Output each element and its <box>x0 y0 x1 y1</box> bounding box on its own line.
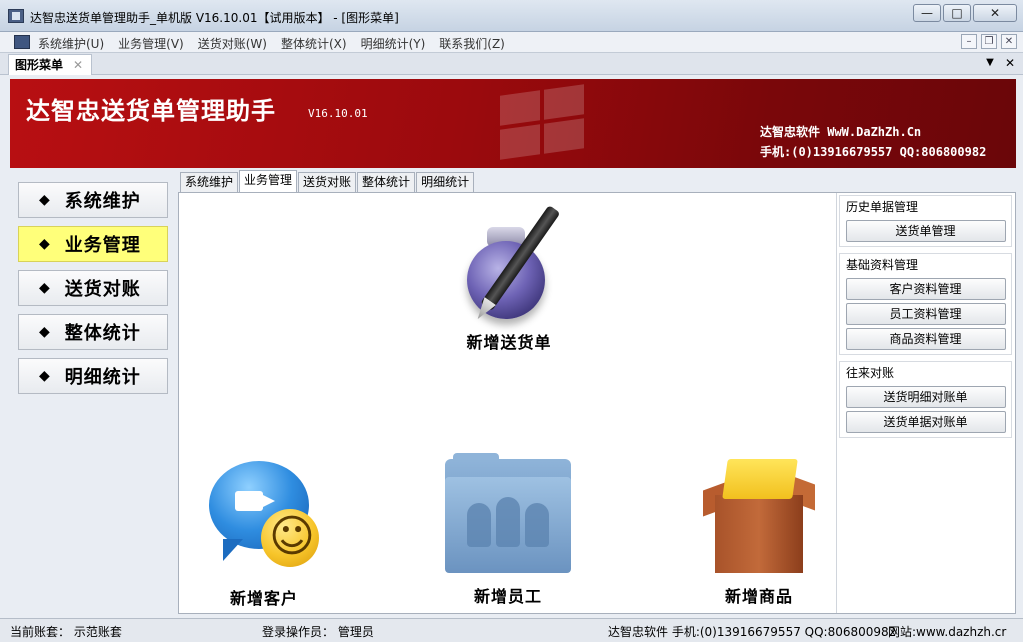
sub-tab-bar: 系统维护 业务管理 送货对账 整体统计 明细统计 <box>180 170 475 192</box>
new-delivery-tile[interactable]: 新增送货单 <box>449 205 569 353</box>
video-chat-icon[interactable] <box>205 457 323 581</box>
customer-management-button[interactable]: 客户资料管理 <box>845 278 1006 300</box>
tab-detail-stats[interactable]: 明细统计 <box>416 172 475 192</box>
nav-label: 系统维护 <box>64 191 141 212</box>
menu-detail-stats[interactable]: 明细统计(Y) <box>361 35 426 52</box>
nav-label: 明细统计 <box>64 367 141 388</box>
status-company: 达智忠软件 手机:(0)13916679557 QQ:806800982 <box>608 625 897 639</box>
new-employee-label[interactable]: 新增员工 <box>443 583 573 607</box>
new-delivery-label[interactable]: 新增送货单 <box>449 329 569 353</box>
new-product-label[interactable]: 新增商品 <box>699 583 819 607</box>
package-box-icon[interactable] <box>703 455 815 579</box>
nav-label: 业务管理 <box>64 235 141 256</box>
delivery-detail-statement-button[interactable]: 送货明细对账单 <box>845 386 1006 408</box>
tab-list-dropdown-icon[interactable]: ▼ <box>983 56 997 70</box>
app-icon <box>8 9 24 23</box>
status-bar: 当前账套： 示范账套 登录操作员： 管理员 达智忠软件 手机:(0)139166… <box>0 618 1023 642</box>
windows-logo-watermark <box>480 84 600 163</box>
product-management-button[interactable]: 商品资料管理 <box>845 328 1006 350</box>
diamond-bullet-icon: ◆ <box>39 324 51 340</box>
new-customer-tile[interactable]: 新增客户 <box>199 457 329 609</box>
new-product-tile[interactable]: 新增商品 <box>699 455 819 607</box>
diamond-bullet-icon: ◆ <box>39 192 51 208</box>
menu-business[interactable]: 业务管理(V) <box>118 35 184 52</box>
window-title: 达智忠送货单管理助手_单机版 V16.10.01【试用版本】 - [图形菜单] <box>30 11 399 25</box>
mdi-window-icon <box>14 35 30 49</box>
new-employee-tile[interactable]: 新增员工 <box>443 453 573 607</box>
tab-business-management[interactable]: 业务管理 <box>239 170 298 192</box>
menu-overall-stats[interactable]: 整体统计(X) <box>281 35 347 52</box>
diamond-bullet-icon: ◆ <box>39 236 51 252</box>
diamond-bullet-icon: ◆ <box>39 368 51 384</box>
group-title: 基础资料管理 <box>846 258 919 272</box>
close-button[interactable]: ✕ <box>973 4 1017 22</box>
group-title: 历史单据管理 <box>846 200 919 214</box>
group-basic-data: 基础资料管理 客户资料管理 员工资料管理 商品资料管理 <box>839 253 1012 355</box>
mdi-minimize-button[interactable]: – <box>961 34 977 49</box>
right-panel: 历史单据管理 送货单管理 基础资料管理 客户资料管理 员工资料管理 商品资料管理… <box>836 193 1014 613</box>
window-controls: — □ ✕ <box>911 4 1017 22</box>
mdi-restore-button[interactable]: ❐ <box>981 34 997 49</box>
tab-graphic-menu[interactable]: 图形菜单 ✕ <box>8 54 93 75</box>
contact-info: 手机:(0)13916679557 QQ:806800982 <box>760 145 987 159</box>
menu-bar: 系统维护(U) 业务管理(V) 送货对账(W) 整体统计(X) 明细统计(Y) … <box>0 32 1023 53</box>
header-banner: 达智忠送货单管理助手 V16.10.01 达智忠软件 WwW.DaZhZh.Cn… <box>10 79 1016 168</box>
delivery-order-management-button[interactable]: 送货单管理 <box>845 220 1006 242</box>
status-account: 当前账套： 示范账套 <box>10 625 122 639</box>
minimize-button[interactable]: — <box>913 4 941 22</box>
new-customer-label[interactable]: 新增客户 <box>199 585 329 609</box>
nav-system-maintenance[interactable]: ◆ 系统维护 <box>18 182 168 218</box>
tab-close-icon[interactable]: ✕ <box>73 56 83 75</box>
left-nav: ◆ 系统维护 ◆ 业务管理 ◆ 送货对账 ◆ 整体统计 ◆ 明细统计 <box>18 182 168 402</box>
mdi-close-button[interactable]: ✕ <box>1001 34 1017 49</box>
tab-delivery-reconcile[interactable]: 送货对账 <box>298 172 357 192</box>
nav-label: 整体统计 <box>64 323 141 344</box>
menu-contact[interactable]: 联系我们(Z) <box>439 35 505 52</box>
document-tab-strip: 图形菜单 ✕ ▼ ✕ <box>0 53 1023 75</box>
app-version: V16.10.01 <box>308 107 368 120</box>
menu-system[interactable]: 系统维护(U) <box>38 35 104 52</box>
menu-reconcile[interactable]: 送货对账(W) <box>198 35 267 52</box>
diamond-bullet-icon: ◆ <box>39 280 51 296</box>
close-all-tabs-icon[interactable]: ✕ <box>1003 56 1017 70</box>
group-title: 往来对账 <box>846 366 895 380</box>
group-history-docs: 历史单据管理 送货单管理 <box>839 195 1012 247</box>
group-reconciliation: 往来对账 送货明细对账单 送货单据对账单 <box>839 361 1012 438</box>
nav-business-management[interactable]: ◆ 业务管理 <box>18 226 168 262</box>
users-folder-icon[interactable] <box>445 453 571 579</box>
nav-label: 送货对账 <box>64 279 141 300</box>
maximize-button[interactable]: □ <box>943 4 971 22</box>
company-info: 达智忠软件 WwW.DaZhZh.Cn <box>760 125 922 139</box>
tab-overall-stats[interactable]: 整体统计 <box>357 172 416 192</box>
nav-detail-stats[interactable]: ◆ 明细统计 <box>18 358 168 394</box>
ink-pen-icon[interactable] <box>459 205 561 325</box>
status-website: 网站:www.dazhzh.cr <box>888 625 1007 639</box>
nav-overall-stats[interactable]: ◆ 整体统计 <box>18 314 168 350</box>
delivery-document-statement-button[interactable]: 送货单据对账单 <box>845 411 1006 433</box>
tab-system-maintenance[interactable]: 系统维护 <box>180 172 239 192</box>
tab-label: 图形菜单 <box>15 57 64 72</box>
status-operator: 登录操作员： 管理员 <box>262 625 374 639</box>
nav-delivery-reconcile[interactable]: ◆ 送货对账 <box>18 270 168 306</box>
title-bar: 达智忠送货单管理助手_单机版 V16.10.01【试用版本】 - [图形菜单] … <box>0 0 1023 32</box>
employee-management-button[interactable]: 员工资料管理 <box>845 303 1006 325</box>
app-name: 达智忠送货单管理助手 <box>26 96 276 125</box>
